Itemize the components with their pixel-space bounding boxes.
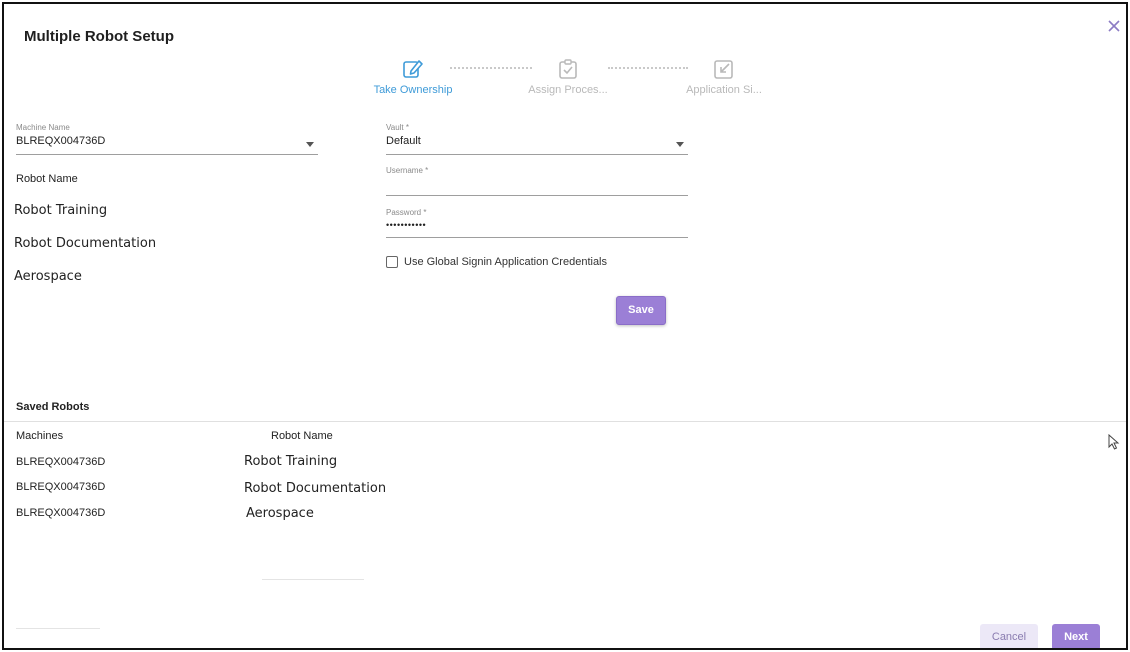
password-field[interactable]: Password * •••••••••••: [386, 208, 688, 238]
saved-robot-cell: Robot Training: [244, 454, 338, 469]
sign-icon: [714, 60, 733, 79]
saved-machine-cell: BLREQX004736D: [16, 507, 106, 519]
divider: [262, 579, 364, 580]
step-assign-process[interactable]: Assign Proces...: [513, 58, 623, 96]
vault-select[interactable]: Vault * Default: [386, 123, 688, 155]
step-label: Application Si...: [686, 84, 762, 96]
step-take-ownership[interactable]: Take Ownership: [358, 58, 468, 96]
machine-name-select[interactable]: Machine Name BLREQX004736D: [16, 123, 318, 155]
step-label: Take Ownership: [373, 84, 453, 96]
underline: [386, 195, 688, 196]
clipboard-check-icon: [559, 59, 577, 79]
password-label: Password *: [386, 208, 427, 217]
machine-name-value: BLREQX004736D: [16, 135, 106, 147]
vault-label: Vault *: [386, 123, 409, 132]
divider: [4, 421, 1126, 422]
robot-item[interactable]: Robot Training: [14, 203, 107, 218]
username-field[interactable]: Username *: [386, 166, 688, 196]
vault-value: Default: [386, 135, 421, 147]
underline: [16, 154, 318, 155]
step-label: Assign Proces...: [528, 84, 608, 96]
underline: [386, 154, 688, 155]
close-icon[interactable]: [1104, 16, 1124, 36]
robot-item[interactable]: Robot Documentation: [14, 236, 156, 251]
machine-name-label: Machine Name: [16, 123, 70, 132]
global-signin-label[interactable]: Use Global Signin Application Credential…: [404, 256, 607, 268]
saved-machine-cell: BLREQX004736D: [16, 481, 106, 493]
saved-robot-cell: Robot Documentation: [244, 481, 387, 496]
step-application-signin[interactable]: Application Si...: [669, 58, 779, 96]
username-value: [386, 178, 688, 192]
next-button[interactable]: Next: [1052, 624, 1100, 648]
divider: [16, 628, 100, 629]
edit-icon: [403, 60, 423, 78]
password-value: •••••••••••: [386, 220, 427, 230]
saved-robot-cell: Aerospace: [246, 506, 314, 521]
cancel-button[interactable]: Cancel: [980, 624, 1038, 648]
save-button[interactable]: Save: [616, 296, 666, 325]
username-label: Username *: [386, 166, 429, 175]
chevron-down-icon: [676, 142, 684, 147]
global-signin-checkbox[interactable]: [386, 256, 398, 268]
robot-name-label: Robot Name: [16, 173, 78, 185]
dialog-title: Multiple Robot Setup: [24, 28, 174, 45]
column-header-robot-name: Robot Name: [271, 430, 333, 442]
chevron-down-icon: [306, 142, 314, 147]
multiple-robot-setup-dialog: Multiple Robot Setup Take Ownership Assi…: [2, 2, 1128, 650]
saved-machine-cell: BLREQX004736D: [16, 456, 106, 468]
robot-item[interactable]: Aerospace: [14, 269, 82, 284]
mouse-pointer-icon: [1108, 434, 1120, 450]
saved-robots-title: Saved Robots: [16, 401, 90, 413]
underline: [386, 237, 688, 238]
column-header-machines: Machines: [16, 430, 64, 442]
